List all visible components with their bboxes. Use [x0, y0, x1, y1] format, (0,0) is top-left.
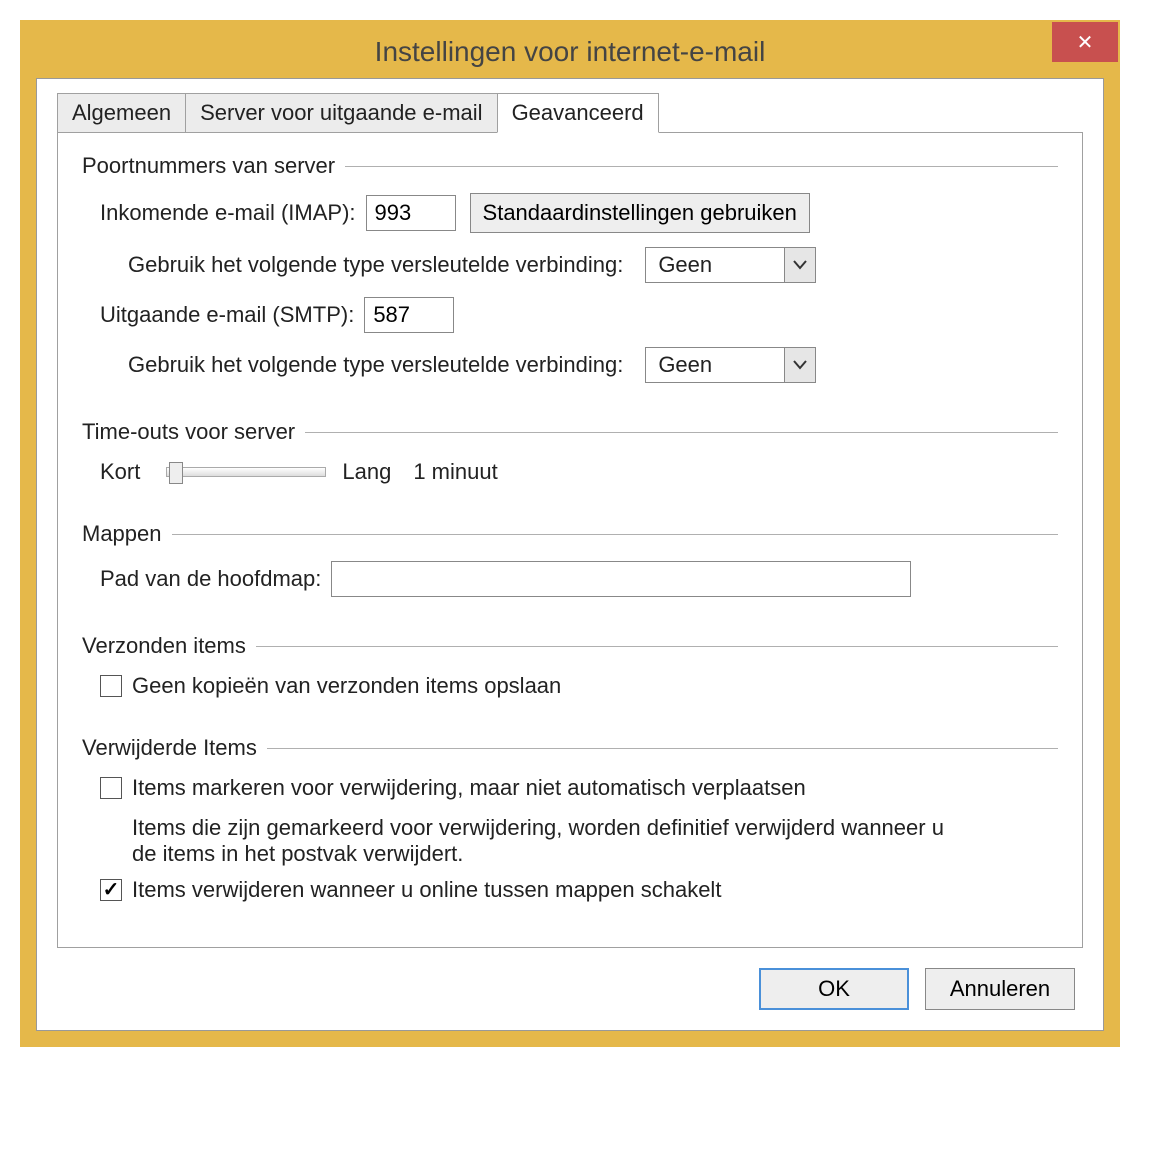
mark-for-deletion-checkbox[interactable]: [100, 777, 122, 799]
titlebar: Instellingen voor internet-e-mail ✕: [22, 22, 1118, 78]
outgoing-port-label: Uitgaande e-mail (SMTP):: [100, 302, 354, 328]
dialog-body: Algemeen Server voor uitgaande e-mail Ge…: [36, 78, 1104, 1031]
deleted-items-group: Verwijderde Items Items markeren voor ve…: [82, 735, 1058, 917]
use-defaults-button[interactable]: Standaardinstellingen gebruiken: [470, 193, 810, 233]
divider: [256, 646, 1058, 647]
outgoing-encryption-value: Geen: [645, 347, 785, 383]
timeouts-group: Time-outs voor server Kort Lang 1 minuut: [82, 419, 1058, 499]
ports-group: Poortnummers van server Inkomende e-mail…: [82, 153, 1058, 397]
divider: [267, 748, 1058, 749]
tab-general[interactable]: Algemeen: [57, 93, 186, 133]
ports-legend: Poortnummers van server: [82, 153, 335, 179]
folders-group: Mappen Pad van de hoofdmap:: [82, 521, 1058, 611]
deleted-items-legend: Verwijderde Items: [82, 735, 257, 761]
no-save-sent-checkbox[interactable]: [100, 675, 122, 697]
incoming-encryption-value: Geen: [645, 247, 785, 283]
dialog-title: Instellingen voor internet-e-mail: [375, 36, 766, 67]
settings-dialog: Instellingen voor internet-e-mail ✕ Alge…: [20, 20, 1120, 1047]
outgoing-encryption-label: Gebruik het volgende type versleutelde v…: [128, 352, 623, 378]
mark-for-deletion-help: Items die zijn gemarkeerd voor verwijder…: [132, 815, 952, 867]
sent-items-group: Verzonden items Geen kopieën van verzond…: [82, 633, 1058, 713]
divider: [345, 166, 1058, 167]
tab-advanced[interactable]: Geavanceerd: [497, 93, 659, 133]
close-button[interactable]: ✕: [1052, 22, 1118, 62]
root-path-input[interactable]: [331, 561, 911, 597]
divider: [305, 432, 1058, 433]
incoming-port-input[interactable]: [366, 195, 456, 231]
slider-thumb[interactable]: [169, 462, 183, 484]
sent-items-legend: Verzonden items: [82, 633, 246, 659]
incoming-encryption-select[interactable]: Geen: [645, 247, 816, 283]
incoming-encryption-label: Gebruik het volgende type versleutelde v…: [128, 252, 623, 278]
tab-strip: Algemeen Server voor uitgaande e-mail Ge…: [57, 93, 1083, 133]
timeout-short-label: Kort: [100, 459, 140, 485]
mark-for-deletion-label: Items markeren voor verwijdering, maar n…: [132, 775, 806, 801]
chevron-down-icon[interactable]: [784, 347, 816, 383]
timeout-value: 1 minuut: [413, 459, 497, 485]
cancel-button[interactable]: Annuleren: [925, 968, 1075, 1010]
timeout-long-label: Lang: [342, 459, 391, 485]
root-path-label: Pad van de hoofdmap:: [100, 566, 321, 592]
close-icon: ✕: [1077, 30, 1094, 55]
purge-on-switch-label: Items verwijderen wanneer u online tusse…: [132, 877, 721, 903]
ok-button[interactable]: OK: [759, 968, 909, 1010]
divider: [172, 534, 1058, 535]
folders-legend: Mappen: [82, 521, 162, 547]
tab-outgoing-server[interactable]: Server voor uitgaande e-mail: [185, 93, 497, 133]
tab-advanced-panel: Poortnummers van server Inkomende e-mail…: [57, 132, 1083, 948]
outgoing-encryption-select[interactable]: Geen: [645, 347, 816, 383]
chevron-down-icon[interactable]: [784, 247, 816, 283]
purge-on-switch-checkbox[interactable]: [100, 879, 122, 901]
outgoing-port-input[interactable]: [364, 297, 454, 333]
dialog-footer: OK Annuleren: [57, 948, 1083, 1010]
timeouts-legend: Time-outs voor server: [82, 419, 295, 445]
incoming-port-label: Inkomende e-mail (IMAP):: [100, 200, 356, 226]
timeout-slider[interactable]: [166, 467, 326, 477]
no-save-sent-label: Geen kopieën van verzonden items opslaan: [132, 673, 561, 699]
